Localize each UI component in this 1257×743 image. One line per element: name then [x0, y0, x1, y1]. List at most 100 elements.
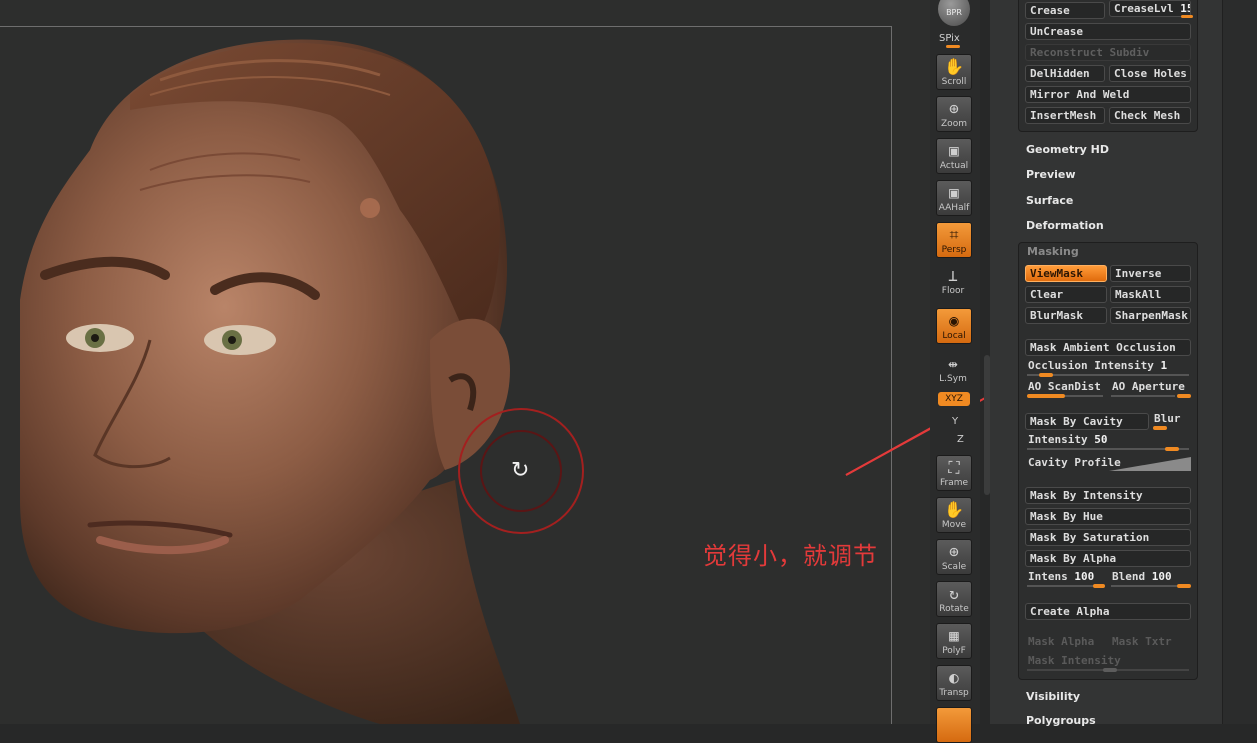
occlusion-intensity-fill [1039, 373, 1053, 377]
section-visibility[interactable]: Visibility [1026, 690, 1080, 703]
ao-aperture-fill [1177, 394, 1191, 398]
blend-track[interactable] [1111, 585, 1177, 587]
cavity-profile-graph[interactable] [1109, 455, 1191, 471]
viewport-canvas[interactable]: ↻ 觉得小，就调节 [0, 0, 930, 724]
mask-intensity-fill [1103, 668, 1117, 672]
blur-slider[interactable]: Blur [1154, 412, 1181, 425]
ghost-tool[interactable] [936, 707, 972, 743]
mask-by-hue-button[interactable]: Mask By Hue [1025, 508, 1191, 525]
intens-slider[interactable]: Intens 100 [1028, 570, 1094, 583]
blur-mask-button[interactable]: BlurMask [1025, 307, 1107, 324]
mask-txtr-button[interactable]: Mask Txtr [1112, 635, 1172, 648]
canvas-frame [0, 26, 892, 724]
section-geometry-hd[interactable]: Geometry HD [1026, 143, 1109, 156]
intensity-slider[interactable]: Intensity 50 [1028, 433, 1107, 446]
rotate-tool[interactable]: ↻ Rotate [936, 581, 972, 617]
uncrease-button[interactable]: UnCrease [1025, 23, 1191, 40]
inverse-button[interactable]: Inverse [1110, 265, 1191, 282]
mask-all-button[interactable]: MaskAll [1110, 286, 1191, 303]
section-polygroups[interactable]: Polygroups [1026, 714, 1096, 727]
frame-label: Frame [939, 478, 969, 488]
crease-button[interactable]: Crease [1025, 2, 1105, 19]
intens-value: 100 [1074, 570, 1095, 583]
ao-aperture-track[interactable] [1111, 395, 1175, 397]
aahalf-tool[interactable]: ▣ AAHalf [936, 180, 972, 216]
transp-label: Transp [939, 688, 969, 698]
create-alpha-button[interactable]: Create Alpha [1025, 603, 1191, 620]
bpr-button[interactable]: BPR [938, 0, 970, 26]
mask-intensity-slider[interactable]: Mask Intensity [1028, 654, 1121, 667]
intens-fill [1093, 584, 1105, 588]
frame-icon: ⛶ [948, 458, 960, 477]
section-preview[interactable]: Preview [1026, 168, 1076, 181]
floor-label: Floor [941, 286, 965, 296]
intens-label: Intens [1028, 570, 1068, 583]
scroll-tool[interactable]: ✋ Scroll [936, 54, 972, 90]
mirror-and-weld-button[interactable]: Mirror And Weld [1025, 86, 1191, 103]
blur-fill [1153, 426, 1167, 430]
clear-mask-button[interactable]: Clear [1025, 286, 1107, 303]
ao-aperture-slider[interactable]: AO Aperture [1112, 380, 1185, 393]
scale-icon: ⊕ [949, 542, 959, 561]
transparency-icon: ◐ [949, 668, 959, 687]
close-holes-button[interactable]: Close Holes [1109, 65, 1191, 82]
mask-by-saturation-button[interactable]: Mask By Saturation [1025, 529, 1191, 546]
del-hidden-button[interactable]: DelHidden [1025, 65, 1105, 82]
mask-by-alpha-button[interactable]: Mask By Alpha [1025, 550, 1191, 567]
mask-by-cavity-button[interactable]: Mask By Cavity [1025, 413, 1149, 430]
local-icon: ◉ [949, 311, 959, 330]
section-deformation[interactable]: Deformation [1026, 219, 1104, 232]
intens-track[interactable] [1027, 585, 1097, 587]
right-shelf: BPR SPix ✋ Scroll ⊕ Zoom ▣ Actual ▣ AAHa… [930, 0, 980, 743]
blend-value: 100 [1151, 570, 1172, 583]
ao-scandist-slider[interactable]: AO ScanDist [1028, 380, 1101, 393]
ao-scandist-track[interactable] [1065, 395, 1103, 397]
xyz-button[interactable]: XYZ [938, 392, 970, 406]
local-tool[interactable]: ◉ Local [936, 308, 972, 344]
insert-mesh-button[interactable]: InsertMesh [1025, 107, 1105, 124]
masking-title[interactable]: Masking [1027, 245, 1079, 258]
mask-ambient-occlusion-button[interactable]: Mask Ambient Occlusion [1025, 339, 1191, 356]
masking-group: Masking ViewMask Inverse Clear MaskAll B… [1018, 242, 1198, 680]
crease-level-fill [1181, 15, 1193, 18]
lsym-label: L.Sym [939, 374, 967, 384]
crease-level-value: 15 [1180, 2, 1190, 15]
sharpen-mask-button[interactable]: SharpenMask [1110, 307, 1191, 324]
actual-label: Actual [939, 161, 969, 171]
polyf-tool[interactable]: ▦ PolyF [936, 623, 972, 659]
lsym-tool[interactable]: ⇹ L.Sym [936, 352, 972, 388]
intensity-fill [1165, 447, 1179, 451]
mask-by-intensity-button[interactable]: Mask By Intensity [1025, 487, 1191, 504]
spix-label: SPix [939, 33, 960, 44]
check-mesh-button[interactable]: Check Mesh [1109, 107, 1191, 124]
transp-tool[interactable]: ◐ Transp [936, 665, 972, 701]
scale-tool[interactable]: ⊕ Scale [936, 539, 972, 575]
view-mask-button[interactable]: ViewMask [1025, 265, 1107, 282]
persp-tool[interactable]: ⌗ Persp [936, 222, 972, 258]
crease-level-slider[interactable]: CreaseLvl 15 [1109, 0, 1191, 17]
rotate-tool-icon: ↻ [949, 584, 959, 603]
frame-tool[interactable]: ⛶ Frame [936, 455, 972, 491]
mask-alpha-button[interactable]: Mask Alpha [1028, 635, 1094, 648]
geometry-group: Crease CreaseLvl 15 UnCrease Reconstruct… [1018, 0, 1198, 132]
blend-slider[interactable]: Blend 100 [1112, 570, 1172, 583]
occlusion-intensity-value: 1 [1160, 359, 1168, 372]
polyframe-icon: ▦ [949, 626, 959, 645]
z-axis-label[interactable]: Z [957, 434, 964, 445]
polyf-label: PolyF [942, 646, 966, 656]
spix-slider[interactable] [946, 45, 960, 48]
move-tool[interactable]: ✋ Move [936, 497, 972, 533]
scroll-label: Scroll [941, 77, 967, 87]
actual-tool[interactable]: ▣ Actual [936, 138, 972, 174]
occlusion-intensity-slider[interactable]: Occlusion Intensity 1 [1028, 359, 1167, 372]
reconstruct-subdiv-button[interactable]: Reconstruct Subdiv [1025, 44, 1191, 61]
floor-tool[interactable]: ⊥ Floor [936, 264, 972, 300]
palette-scroll-edge[interactable] [1222, 0, 1257, 724]
crease-level-label: CreaseLvl [1114, 2, 1174, 15]
zoom-tool[interactable]: ⊕ Zoom [936, 96, 972, 132]
annotation-text: 觉得小，就调节 [703, 542, 878, 570]
section-surface[interactable]: Surface [1026, 194, 1073, 207]
cavity-profile-curve[interactable]: Cavity Profile [1028, 456, 1121, 469]
blend-fill [1177, 584, 1191, 588]
y-axis-label[interactable]: Y [952, 416, 958, 427]
